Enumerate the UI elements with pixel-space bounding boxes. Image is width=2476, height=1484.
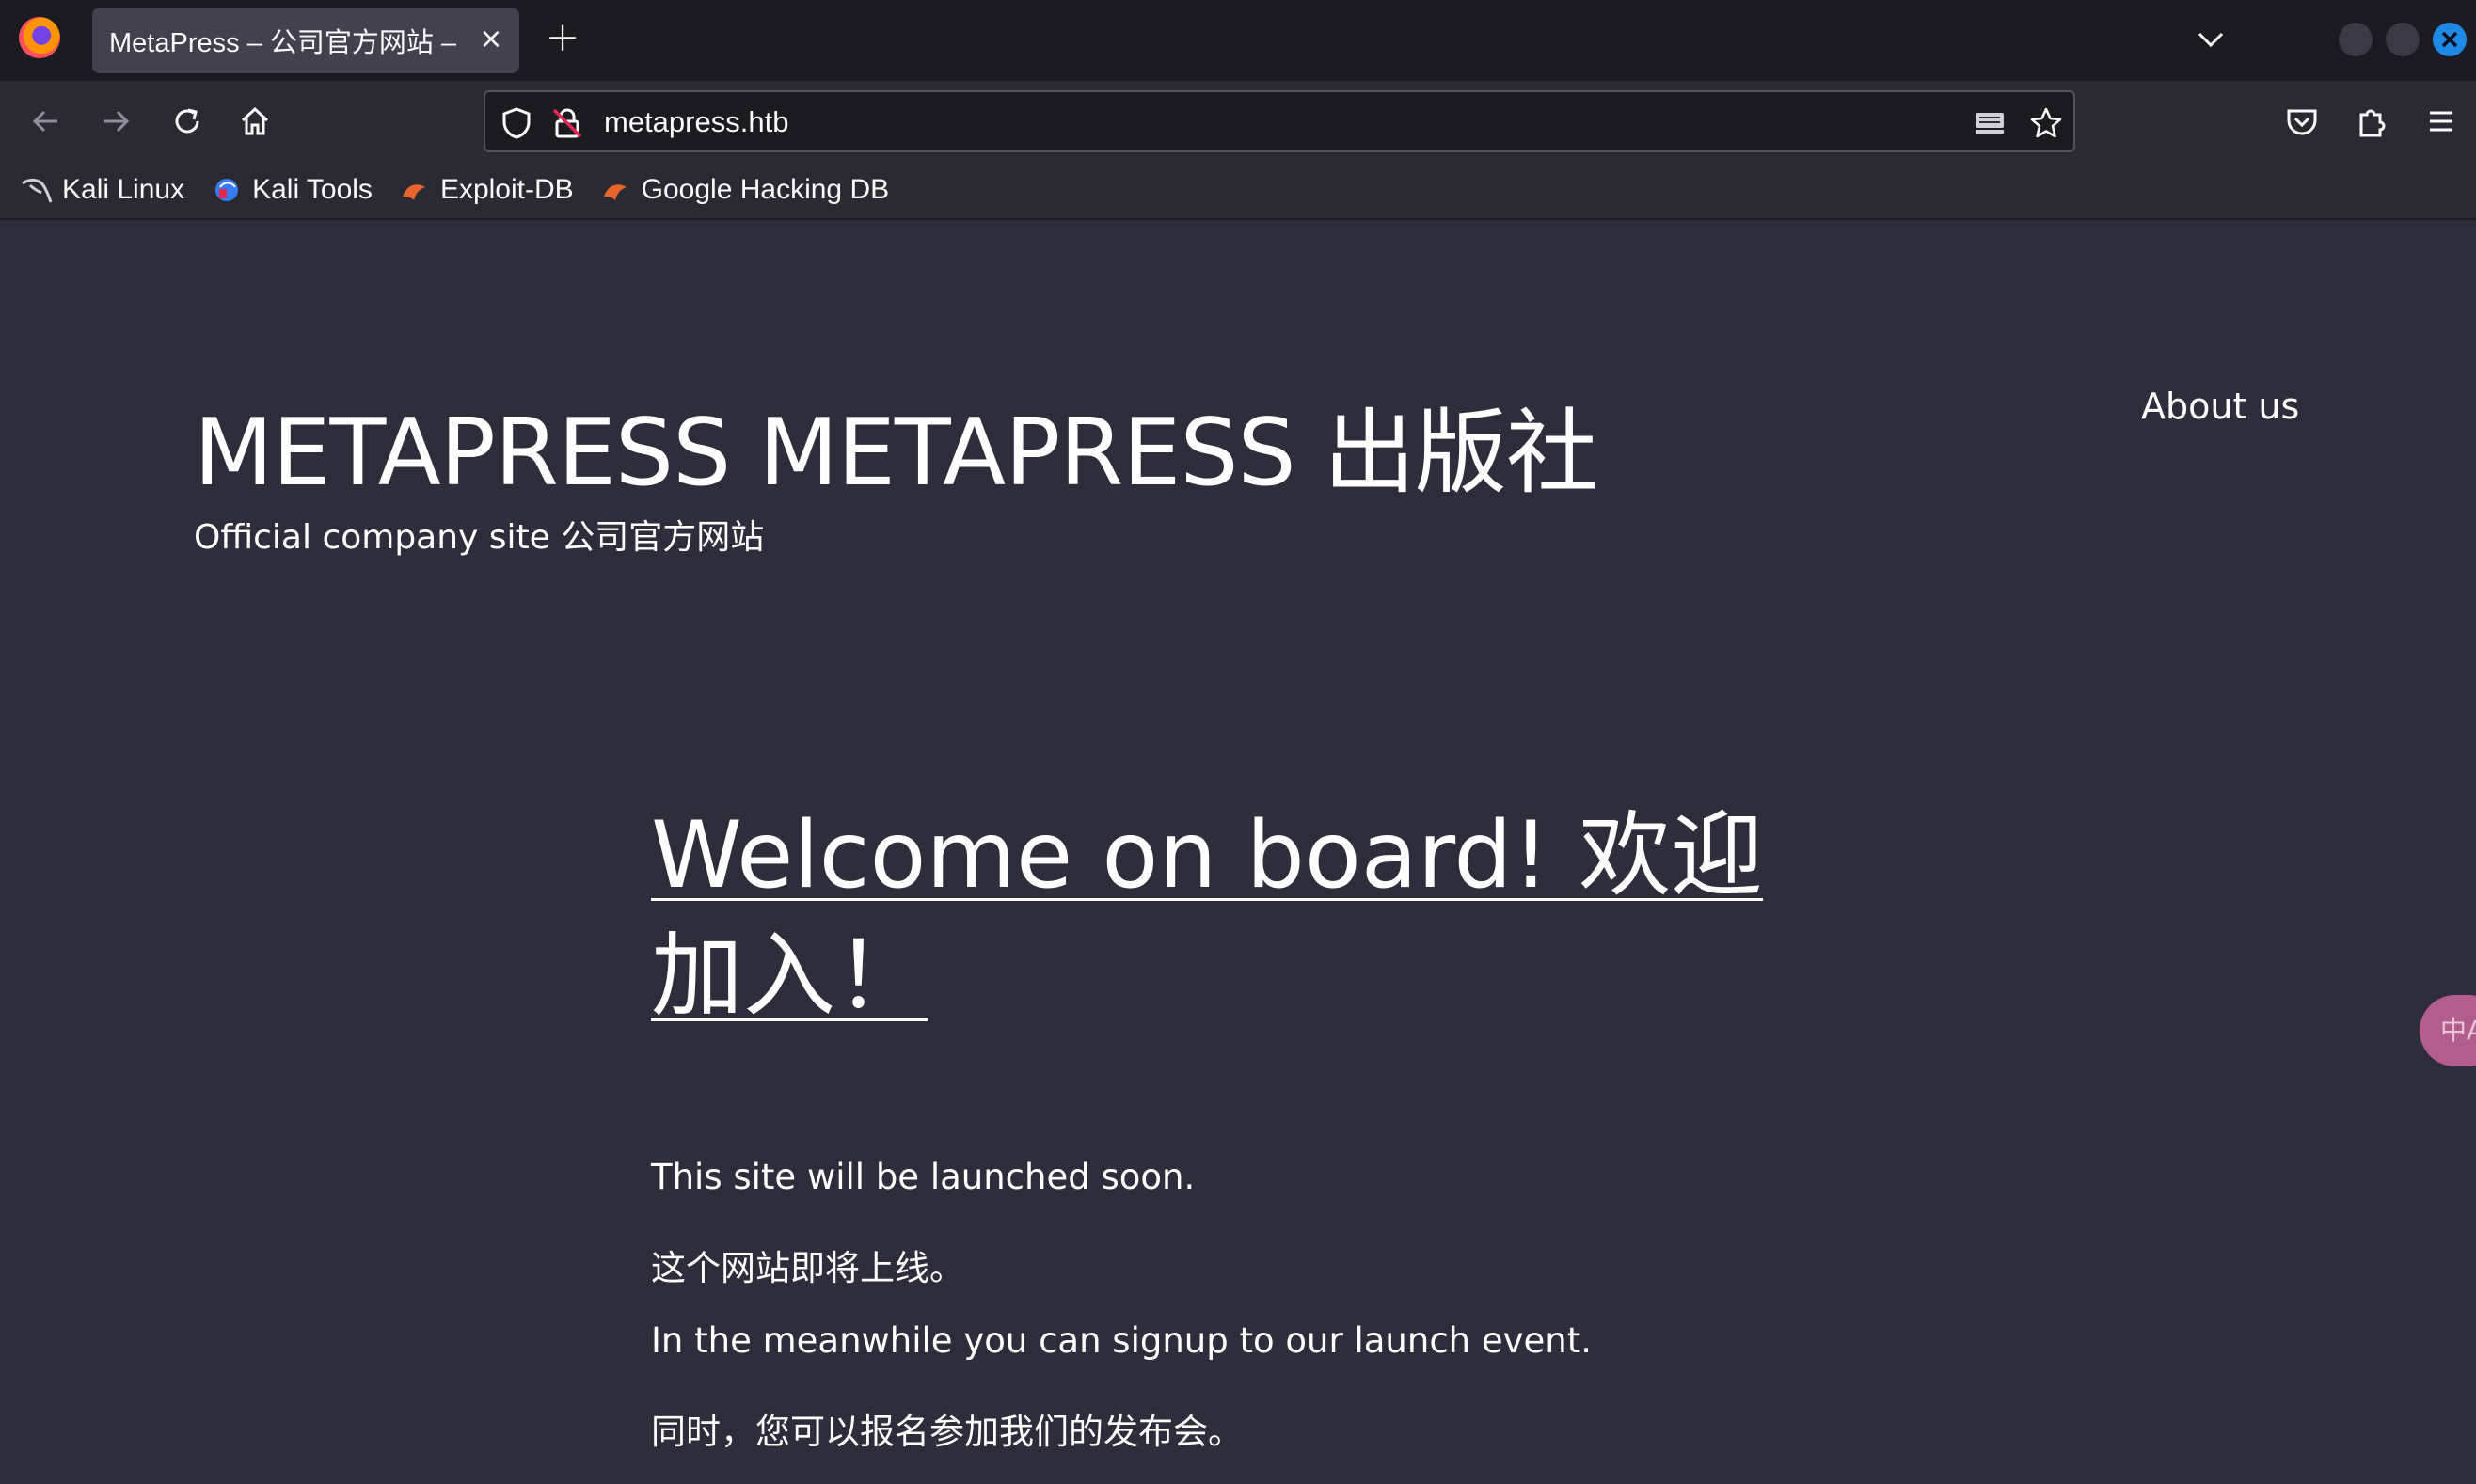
bookmark-label: Exploit-DB bbox=[439, 174, 574, 205]
bookmark-google-hacking-db[interactable]: Google Hacking DB bbox=[600, 174, 889, 206]
window-minimize-button[interactable] bbox=[2339, 23, 2373, 56]
browser-tab-active[interactable]: MetaPress – 公司官方网站 – × bbox=[92, 8, 519, 73]
bookmark-exploit-db[interactable]: Exploit-DB bbox=[399, 174, 574, 206]
back-arrow-icon[interactable] bbox=[24, 100, 68, 143]
bookmark-label: Google Hacking DB bbox=[641, 174, 890, 205]
tab-close-icon[interactable]: × bbox=[474, 23, 508, 56]
window-close-button[interactable] bbox=[2433, 23, 2467, 56]
intro-paragraph: 同时，您可以报名参加我们的发布会。 bbox=[651, 1412, 1243, 1452]
bookmark-label: Kali Linux bbox=[62, 174, 185, 205]
home-icon[interactable] bbox=[233, 100, 277, 143]
forward-arrow-icon[interactable] bbox=[94, 100, 137, 143]
navigation-toolbar: metapress.htb bbox=[0, 81, 2476, 162]
tab-title: MetaPress – 公司官方网站 – bbox=[109, 28, 457, 58]
intro-paragraph: This site will be launched soon. bbox=[651, 1157, 1196, 1197]
firefox-logo-icon bbox=[19, 17, 60, 58]
kali-tools-icon bbox=[211, 176, 243, 204]
insecure-lock-icon[interactable] bbox=[549, 105, 585, 141]
url-text[interactable]: metapress.htb bbox=[604, 105, 788, 139]
bookmark-star-icon[interactable] bbox=[2028, 105, 2064, 141]
url-bar[interactable]: metapress.htb bbox=[484, 90, 2075, 152]
exploit-db-icon bbox=[600, 176, 632, 204]
site-tagline: Official company site 公司官方网站 bbox=[194, 518, 765, 557]
window-maximize-button[interactable] bbox=[2386, 23, 2420, 56]
translate-icon[interactable]: 中A bbox=[2420, 995, 2476, 1066]
welcome-heading-link[interactable]: Welcome on board! 欢迎加入！ bbox=[651, 796, 1770, 1036]
nav-link-about-us[interactable]: About us bbox=[2141, 386, 2299, 427]
intro-paragraph: In the meanwhile you can signup to our l… bbox=[651, 1320, 1593, 1361]
hamburger-menu-icon[interactable] bbox=[2420, 100, 2463, 143]
extensions-puzzle-icon[interactable] bbox=[2350, 100, 2393, 143]
bookmark-kali-tools[interactable]: Kali Tools bbox=[211, 174, 373, 206]
bookmarks-toolbar: Kali Linux Kali Tools Exploit-DB Google … bbox=[0, 162, 2476, 220]
reload-icon[interactable] bbox=[166, 100, 209, 143]
new-tab-button[interactable]: + bbox=[542, 17, 583, 60]
page-viewport: METAPRESS METAPRESS 出版社 Official company… bbox=[0, 220, 2476, 1484]
kali-dragon-icon bbox=[21, 176, 53, 204]
intro-paragraph: 这个网站即将上线。 bbox=[651, 1248, 964, 1288]
site-title[interactable]: METAPRESS METAPRESS 出版社 bbox=[194, 378, 1598, 512]
list-all-tabs-chevron-icon[interactable] bbox=[2192, 21, 2230, 58]
tracking-protection-shield-icon[interactable] bbox=[499, 105, 534, 141]
browser-menu-area[interactable] bbox=[0, 0, 83, 81]
browser-titlebar: MetaPress – 公司官方网站 – × + bbox=[0, 0, 2476, 81]
pocket-icon[interactable] bbox=[2280, 100, 2324, 143]
bookmark-kali-linux[interactable]: Kali Linux bbox=[21, 174, 184, 206]
bookmark-label: Kali Tools bbox=[252, 174, 373, 205]
reader-view-icon[interactable] bbox=[1972, 105, 2008, 141]
exploit-db-icon bbox=[399, 176, 431, 204]
